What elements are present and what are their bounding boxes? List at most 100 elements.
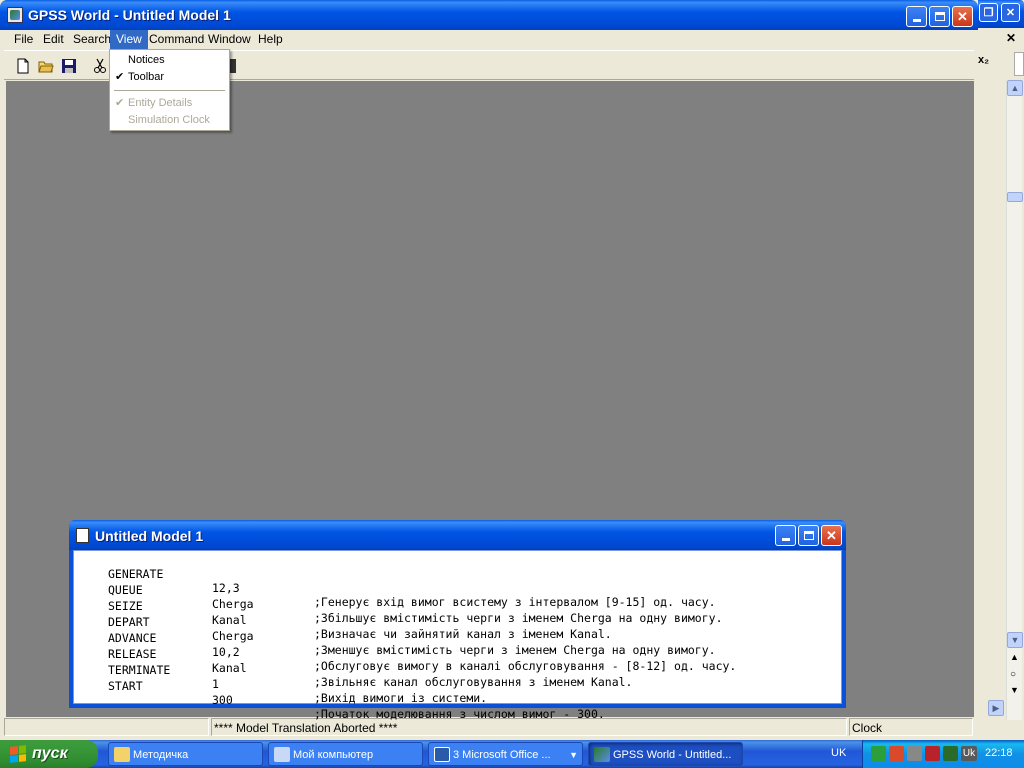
menu-item-simulation-clock-label: Simulation Clock	[128, 114, 210, 126]
menu-item-entity-details-label: Entity Details	[128, 97, 193, 109]
model-editor[interactable]: GENERATE 12,3 ;Генерує вхід вимог всисте…	[73, 550, 842, 721]
code-arg: 300	[212, 693, 233, 707]
bg-toolbar-arrow[interactable]	[1014, 52, 1024, 76]
new-file-button[interactable]	[12, 55, 34, 77]
maximize-button[interactable]	[929, 6, 950, 27]
code-line: QUEUE Cherga ;Збільшує вмістимість черги…	[74, 569, 841, 625]
gpss-app-icon[interactable]	[7, 7, 23, 23]
gpss-icon	[594, 747, 610, 762]
tray-tool-icon[interactable]	[907, 746, 922, 761]
task-label: Мой компьютер	[293, 749, 374, 761]
tray-monitor-icon[interactable]	[943, 746, 958, 761]
bg-close-button[interactable]: ✕	[1001, 3, 1020, 22]
code-line: START 300 ;Початок моделювання з числом …	[74, 665, 841, 721]
task-label: 3 Microsoft Office ...	[453, 749, 551, 761]
code-line: DEPART Cherga ;Зменшує вмістимість черги…	[74, 601, 841, 657]
bg-menu-close-icon[interactable]: ✕	[1006, 31, 1016, 45]
code-op: START	[108, 679, 143, 693]
restore-icon: ❐	[983, 7, 994, 19]
windows-flag-icon	[10, 745, 26, 763]
menu-help[interactable]: Help	[252, 30, 289, 49]
tray-clock[interactable]: 22:18	[985, 747, 1013, 759]
scroll-right-icon[interactable]: ▶	[988, 700, 1004, 716]
task-label: GPSS World - Untitled...	[613, 749, 732, 761]
system-tray: Uk 22:18	[862, 740, 1024, 768]
bg-restore-button[interactable]: ❐	[979, 3, 998, 22]
scroll-thumb[interactable]	[1007, 192, 1023, 202]
start-button[interactable]: пуск	[0, 740, 98, 768]
bg-hscroll[interactable]: ▶	[984, 700, 1004, 716]
code-comment: ;Вихід вимоги із системи.	[314, 691, 488, 705]
minimize-icon	[781, 538, 790, 541]
task-gpss[interactable]: GPSS World - Untitled...	[588, 742, 743, 766]
tray-language-badge[interactable]: Uk	[961, 746, 977, 761]
status-clock: Clock	[849, 718, 973, 736]
scroll-down-icon[interactable]: ▼	[1007, 632, 1023, 648]
menu-command[interactable]: Command	[143, 30, 210, 49]
background-window-title-bar[interactable]: ❐ ✕	[978, 0, 1024, 28]
model-window-title: Untitled Model 1	[95, 528, 204, 544]
next-page-icon[interactable]: ▼	[1010, 685, 1019, 695]
menu-item-toolbar[interactable]: ✔ Toolbar	[110, 69, 229, 86]
subscript-icon[interactable]: x₂	[978, 54, 989, 66]
code-line: RELEASE Kanal ;Звільняє канал обслуговув…	[74, 633, 841, 689]
word-icon	[434, 747, 450, 762]
tray-security-icon[interactable]	[925, 746, 940, 761]
code-line: SEIZE Kanal ;Визначає чи зайнятий канал …	[74, 585, 841, 641]
language-indicator[interactable]: UK	[831, 747, 846, 759]
model-window-title-bar[interactable]: Untitled Model 1 ✕	[69, 520, 846, 550]
menu-item-simulation-clock: Simulation Clock	[110, 112, 229, 129]
maximize-icon	[934, 12, 945, 21]
document-icon[interactable]	[76, 528, 89, 543]
task-my-computer[interactable]: Мой компьютер	[268, 742, 423, 766]
browse-object-icon[interactable]: ○	[1010, 669, 1016, 680]
model-close-button[interactable]: ✕	[821, 525, 842, 546]
view-menu-dropdown: Notices ✔ Toolbar ✔ Entity Details Simul…	[109, 49, 230, 131]
close-icon: ✕	[1005, 7, 1016, 19]
open-icon	[38, 61, 54, 73]
checkmark-icon: ✔	[115, 71, 125, 83]
code-line: TERMINATE 1 ;Вихід вимоги із системи.	[74, 649, 841, 705]
code-line: GENERATE 12,3 ;Генерує вхід вимог всисте…	[74, 553, 841, 609]
cut-button[interactable]	[89, 55, 111, 77]
code-comment: ;Початок моделювання з числом вимог - 30…	[314, 707, 605, 721]
open-file-button[interactable]	[35, 55, 57, 77]
menu-item-toolbar-label: Toolbar	[128, 71, 165, 83]
scroll-up-icon[interactable]: ▲	[1007, 80, 1023, 96]
taskbar: пуск Методичка Мой компьютер 3 Microsoft…	[0, 740, 1024, 768]
minimize-icon	[912, 19, 921, 22]
new-icon	[17, 58, 29, 74]
task-folder[interactable]: Методичка	[108, 742, 263, 766]
menu-item-notices-label: Notices	[128, 54, 165, 66]
window-title: GPSS World - Untitled Model 1	[28, 7, 231, 23]
background-vertical-scrollbar[interactable]: ▲ ▼ ▲ ○ ▼	[1006, 80, 1023, 720]
save-file-button[interactable]	[58, 55, 80, 77]
prev-page-icon[interactable]: ▲	[1010, 652, 1019, 662]
title-bar[interactable]: GPSS World - Untitled Model 1 ✕	[0, 0, 978, 30]
task-office-group[interactable]: 3 Microsoft Office ... ▼	[428, 742, 583, 766]
menu-item-notices[interactable]: Notices	[110, 52, 229, 69]
cut-icon	[94, 58, 106, 73]
code-line: ADVANCE 10,2 ;Обслуговує вимогу в каналі…	[74, 617, 841, 673]
group-arrow-icon: ▼	[569, 750, 578, 760]
minimize-button[interactable]	[906, 6, 927, 27]
menu-file[interactable]: File	[8, 30, 39, 49]
close-button[interactable]: ✕	[952, 6, 973, 27]
model-window: Untitled Model 1 ✕ GENERATE 12,3 ;Генеру…	[69, 520, 846, 721]
model-maximize-button[interactable]	[798, 525, 819, 546]
model-minimize-button[interactable]	[775, 525, 796, 546]
menu-separator	[114, 90, 225, 91]
close-icon: ✕	[826, 527, 837, 543]
tray-app-icon[interactable]	[871, 746, 886, 761]
save-icon	[62, 59, 76, 73]
menu-edit[interactable]: Edit	[37, 30, 70, 49]
computer-icon	[274, 747, 290, 762]
maximize-icon	[803, 531, 814, 540]
start-label: пуск	[32, 745, 68, 762]
tray-network-icon[interactable]	[889, 746, 904, 761]
menu-bar: File Edit Search View Command Window Hel…	[4, 30, 974, 49]
folder-icon	[114, 747, 130, 762]
close-icon: ✕	[957, 8, 968, 24]
menu-window[interactable]: Window	[202, 30, 257, 49]
checkmark-icon: ✔	[115, 97, 125, 109]
